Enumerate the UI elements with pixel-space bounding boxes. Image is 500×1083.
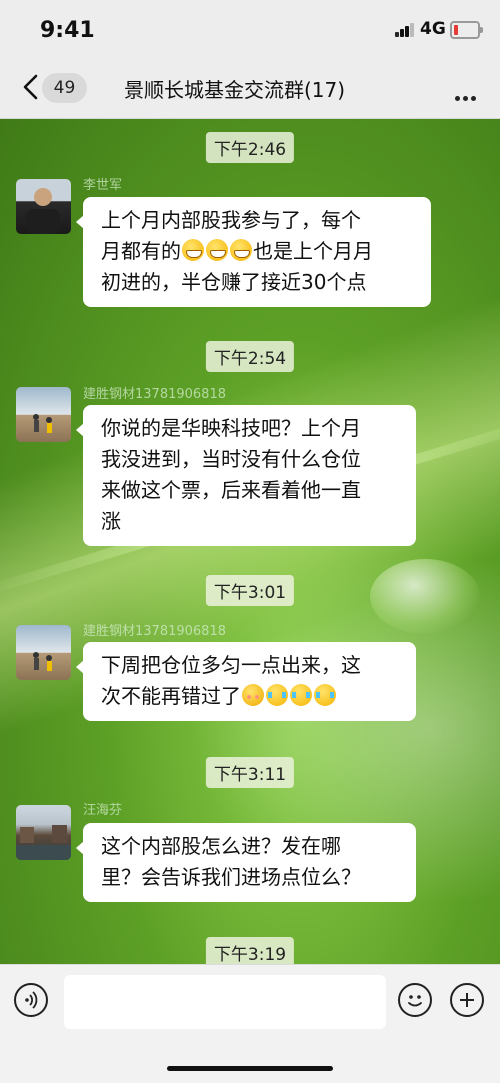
message-timestamp: 下午3:11: [205, 757, 295, 788]
grinning-face-icon: [230, 239, 252, 261]
message-text: 涨: [101, 509, 121, 533]
chat-header: 49 景顺长城基金交流群(17): [0, 58, 500, 119]
message-text: 这个内部股怎么进？发在哪: [101, 834, 341, 858]
signal-icon: [395, 23, 415, 37]
network-type: 4G: [420, 19, 446, 39]
message-text: 上个月内部股我参与了，每个: [101, 208, 361, 232]
blushing-face-icon: [242, 684, 264, 706]
avatar[interactable]: [16, 805, 71, 860]
message-bubble[interactable]: 你说的是华映科技吧？上个月 我没进到，当时没有什么仓位 来做这个票，后来看着他一…: [76, 405, 416, 546]
message-timestamp: 下午3:19: [205, 937, 295, 964]
chat-title: 景顺长城基金交流群(17): [124, 78, 346, 102]
home-indicator[interactable]: [167, 1066, 333, 1071]
message-timestamp: 下午2:54: [205, 341, 295, 372]
sender-name: 建胜钢材13781906818: [83, 624, 226, 639]
chat-message-list[interactable]: 下午2:46 李世军 上个月内部股我参与了，每个 月都有的 也是上个月月 初进的，…: [0, 119, 500, 964]
avatar[interactable]: [16, 179, 71, 234]
message-timestamp: 下午2:46: [205, 132, 295, 163]
more-options-icon[interactable]: [452, 86, 476, 105]
sender-name: 李世军: [83, 178, 123, 193]
crying-laughing-face-icon: [290, 684, 312, 706]
message-text: 来做这个票，后来看着他一直: [101, 478, 361, 502]
message-text: 你说的是华映科技吧？上个月: [101, 416, 361, 440]
grinning-face-icon: [206, 239, 228, 261]
message-text: 也是上个月月: [253, 239, 373, 263]
avatar[interactable]: [16, 387, 71, 442]
message-bubble[interactable]: 上个月内部股我参与了，每个 月都有的 也是上个月月 初进的，半仓赚了接近30个点: [76, 197, 431, 307]
voice-input-icon[interactable]: [14, 983, 48, 1017]
emoji-icon[interactable]: [398, 983, 432, 1017]
message-bubble[interactable]: 这个内部股怎么进？发在哪 里？会告诉我们进场点位么？: [76, 823, 416, 902]
message-bubble[interactable]: 下周把仓位多匀一点出来，这 次不能再错过了: [76, 642, 416, 721]
sender-name: 建胜钢材13781906818: [83, 387, 226, 402]
status-time: 9:41: [40, 18, 95, 43]
crying-laughing-face-icon: [314, 684, 336, 706]
message-timestamp: 下午3:01: [205, 575, 295, 606]
unread-count-badge[interactable]: 49: [42, 73, 87, 103]
message-text: 月都有的: [101, 239, 181, 263]
sender-name: 汪海芬: [83, 803, 123, 818]
message-text: 下周把仓位多匀一点出来，这: [101, 653, 361, 677]
message-text: 我没进到，当时没有什么仓位: [101, 447, 361, 471]
status-bar: 9:41 4G: [0, 0, 500, 58]
message-input[interactable]: [64, 975, 386, 1029]
message-text: 次不能再错过了: [101, 684, 241, 708]
battery-icon: [450, 21, 483, 39]
message-text: 里？会告诉我们进场点位么？: [101, 865, 361, 889]
plus-icon[interactable]: [450, 983, 484, 1017]
message-text: 初进的，半仓赚了接近30个点: [101, 270, 367, 294]
crying-laughing-face-icon: [266, 684, 288, 706]
avatar[interactable]: [16, 625, 71, 680]
grinning-face-icon: [182, 239, 204, 261]
